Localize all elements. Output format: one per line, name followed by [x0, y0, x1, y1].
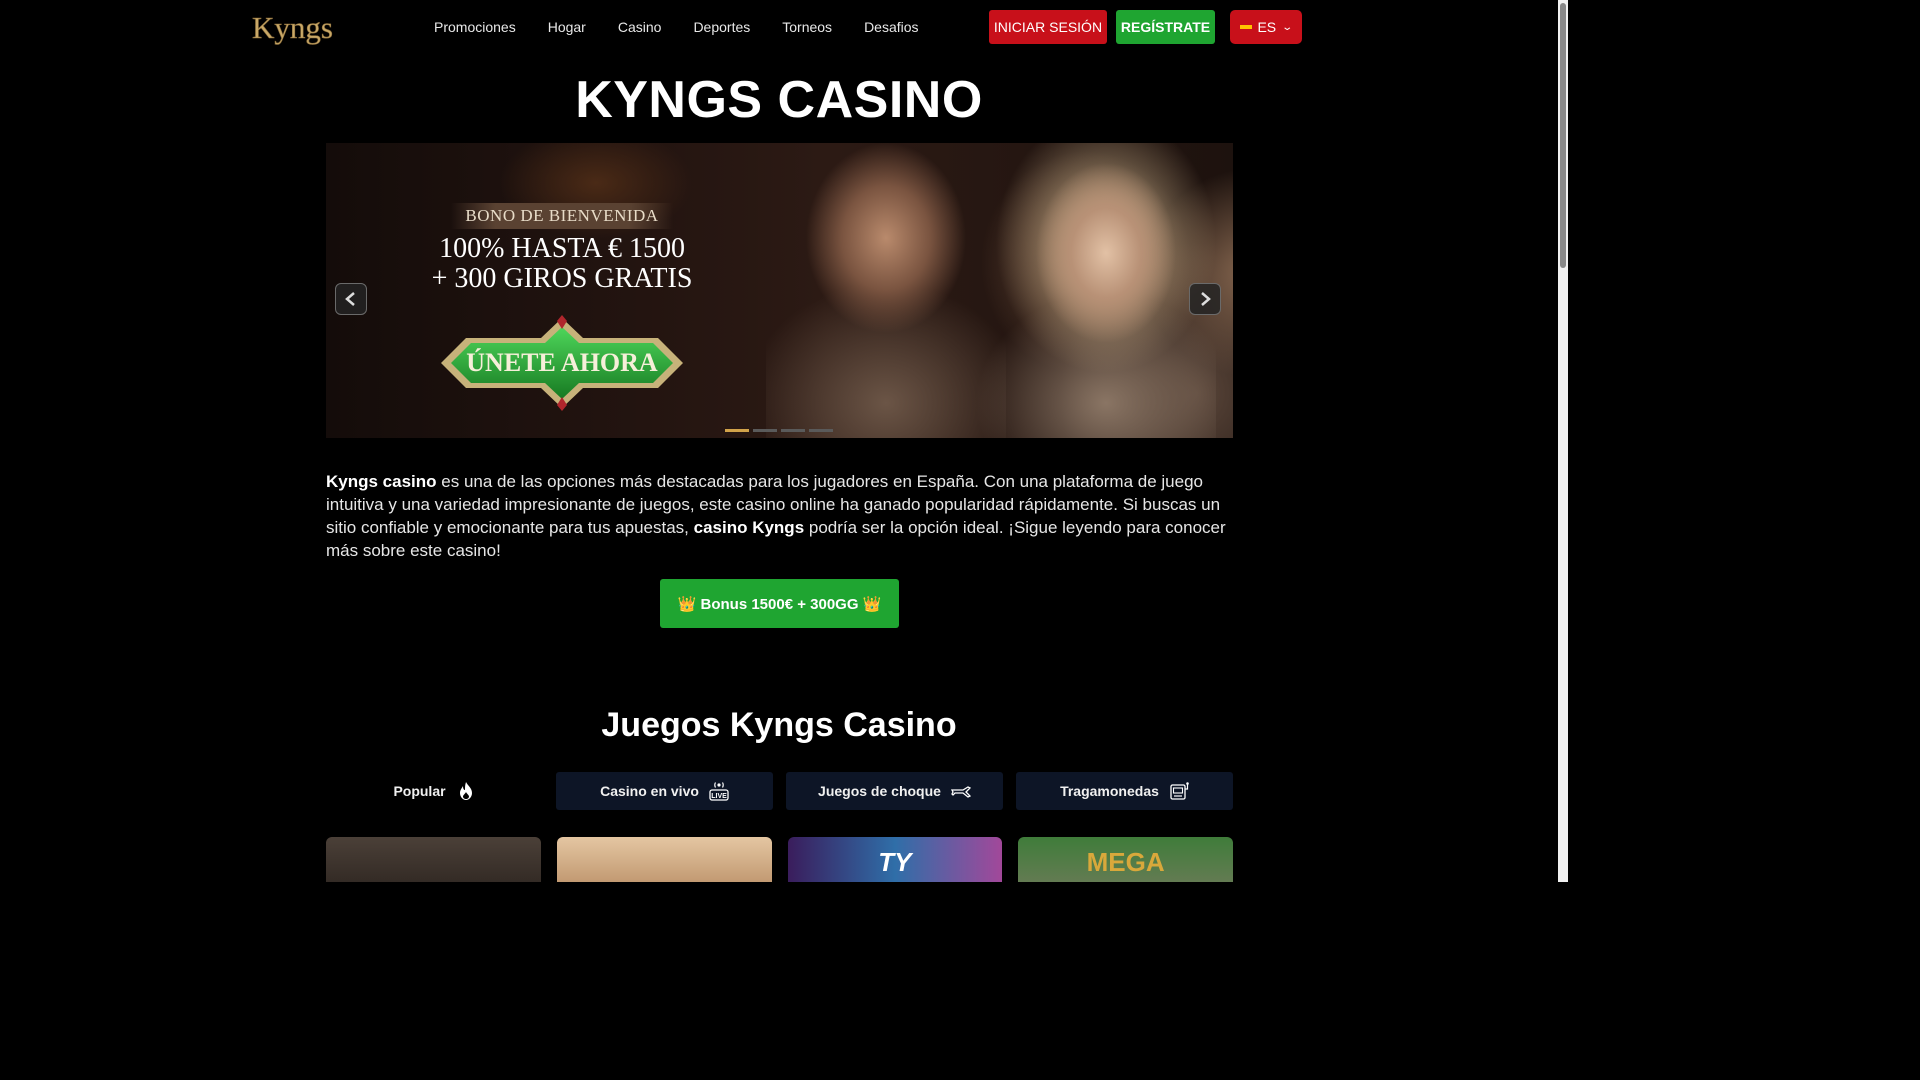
tab-label: Tragamonedas — [1060, 783, 1159, 799]
banner-king-figure — [766, 143, 1006, 438]
game-category-tabs: Popular Casino en vivo LIVE Juegos de ch… — [326, 772, 1233, 810]
game-card[interactable]: MEGA — [1018, 837, 1233, 882]
carousel-dots — [725, 429, 833, 432]
logo-wordmark: Kyngs — [252, 10, 334, 46]
nav-deportes[interactable]: Deportes — [677, 19, 766, 35]
banner-offer-line1: 100% HASTA € 1500 — [439, 233, 685, 264]
join-now-button[interactable]: ÚNETE AHORA — [421, 313, 703, 413]
scrollbar-thumb[interactable] — [1560, 3, 1566, 268]
carousel-next-button[interactable] — [1189, 283, 1221, 315]
game-card-label: MEGA — [1086, 847, 1165, 877]
language-selector[interactable]: ES ⌄ — [1230, 10, 1302, 44]
spain-flag-icon — [1240, 23, 1253, 31]
svg-text:LIVE: LIVE — [711, 793, 727, 800]
banner-queen-figure — [976, 143, 1216, 438]
register-button[interactable]: REGÍSTRATE — [1116, 10, 1215, 44]
banner-offer-line2: + 300 GIROS GRATIS — [431, 263, 693, 294]
intro-paragraph: Kyngs casino es una de las opciones más … — [326, 470, 1236, 562]
carousel-dot[interactable] — [753, 429, 777, 432]
page-title: KYNGS CASINO — [575, 71, 983, 129]
carousel-dot[interactable] — [809, 429, 833, 432]
chevron-down-icon: ⌄ — [1281, 21, 1294, 33]
chevron-left-icon — [345, 292, 355, 306]
banner-label: BONO DE BIENVENIDA — [451, 203, 673, 229]
live-icon: LIVE — [709, 782, 729, 801]
games-section-title: Juegos Kyngs Casino — [601, 706, 957, 744]
promo-banner[interactable]: BONO DE BIENVENIDA 100% HASTA € 1500 + 3… — [326, 143, 1233, 438]
main-nav: Promociones Hogar Casino Deportes Torneo… — [418, 0, 935, 54]
nav-desafios[interactable]: Desafios — [848, 19, 934, 35]
login-button[interactable]: INICIAR SESIÓN — [989, 10, 1107, 44]
flame-icon — [459, 782, 472, 800]
page: Kyngs Promociones Hogar Casino Deportes … — [0, 0, 1568, 882]
nav-casino[interactable]: Casino — [602, 19, 678, 35]
language-code: ES — [1257, 19, 1277, 35]
join-now-label: ÚNETE AHORA — [466, 348, 658, 377]
bonus-button[interactable]: 👑 Bonus 1500€ + 300GG 👑 — [660, 579, 899, 628]
nav-torneos[interactable]: Torneos — [766, 19, 848, 35]
svg-text:Kyngs: Kyngs — [252, 10, 333, 45]
game-card[interactable]: TY — [787, 837, 1003, 882]
game-card-label: TY — [878, 847, 912, 877]
carousel-dot[interactable] — [781, 429, 805, 432]
game-cards-row: TY MEGA — [326, 837, 1233, 882]
carousel-dot[interactable] — [725, 429, 749, 432]
game-card[interactable] — [326, 837, 541, 882]
intro-bold-brand: Kyngs casino — [326, 472, 437, 491]
kyngs-logo[interactable]: Kyngs — [250, 9, 340, 47]
nav-hogar[interactable]: Hogar — [532, 19, 602, 35]
tab-label: Juegos de choque — [818, 783, 941, 799]
tab-live-casino[interactable]: Casino en vivo LIVE — [556, 772, 773, 810]
tab-slots[interactable]: Tragamonedas — [1016, 772, 1233, 810]
page-scrollbar[interactable] — [1558, 0, 1568, 882]
slot-machine-icon — [1170, 782, 1189, 800]
tab-label: Popular — [393, 783, 446, 799]
tab-label: Casino en vivo — [600, 783, 699, 799]
plane-icon — [950, 786, 971, 798]
site-header: Kyngs Promociones Hogar Casino Deportes … — [0, 0, 1558, 54]
carousel-prev-button[interactable] — [335, 283, 367, 315]
chevron-right-icon — [1201, 292, 1211, 306]
tab-crash-games[interactable]: Juegos de choque — [786, 772, 1003, 810]
tab-popular[interactable]: Popular — [326, 772, 543, 810]
intro-bold-brand-2: casino Kyngs — [693, 518, 805, 537]
game-card[interactable] — [556, 837, 772, 882]
nav-promociones[interactable]: Promociones — [418, 19, 532, 35]
